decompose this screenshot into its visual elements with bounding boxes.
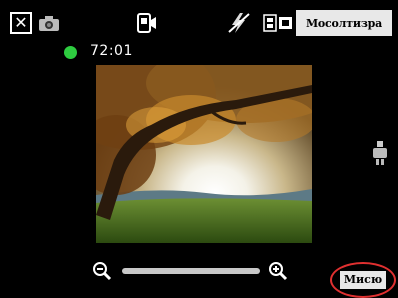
close-icon: ✕ bbox=[14, 13, 28, 32]
viewfinder-preview bbox=[96, 65, 312, 243]
zoom-in-icon[interactable] bbox=[268, 261, 288, 281]
flash-off-icon[interactable] bbox=[226, 11, 252, 35]
zoom-out-icon[interactable] bbox=[92, 261, 112, 281]
menu-button[interactable]: Мисю bbox=[330, 262, 396, 298]
zoom-slider[interactable] bbox=[122, 268, 260, 274]
mode-title-button[interactable]: Мосолтизра bbox=[296, 10, 392, 36]
video-mode-icon[interactable] bbox=[135, 11, 157, 35]
menu-label: Мисю bbox=[339, 271, 387, 289]
close-button[interactable]: ✕ bbox=[10, 12, 32, 34]
self-timer-icon[interactable] bbox=[370, 140, 390, 166]
remaining-time: 72:01 bbox=[90, 43, 133, 59]
camera-mode-icon[interactable] bbox=[38, 14, 60, 32]
recording-status-icon bbox=[64, 46, 77, 59]
resolution-icon[interactable] bbox=[262, 11, 294, 35]
